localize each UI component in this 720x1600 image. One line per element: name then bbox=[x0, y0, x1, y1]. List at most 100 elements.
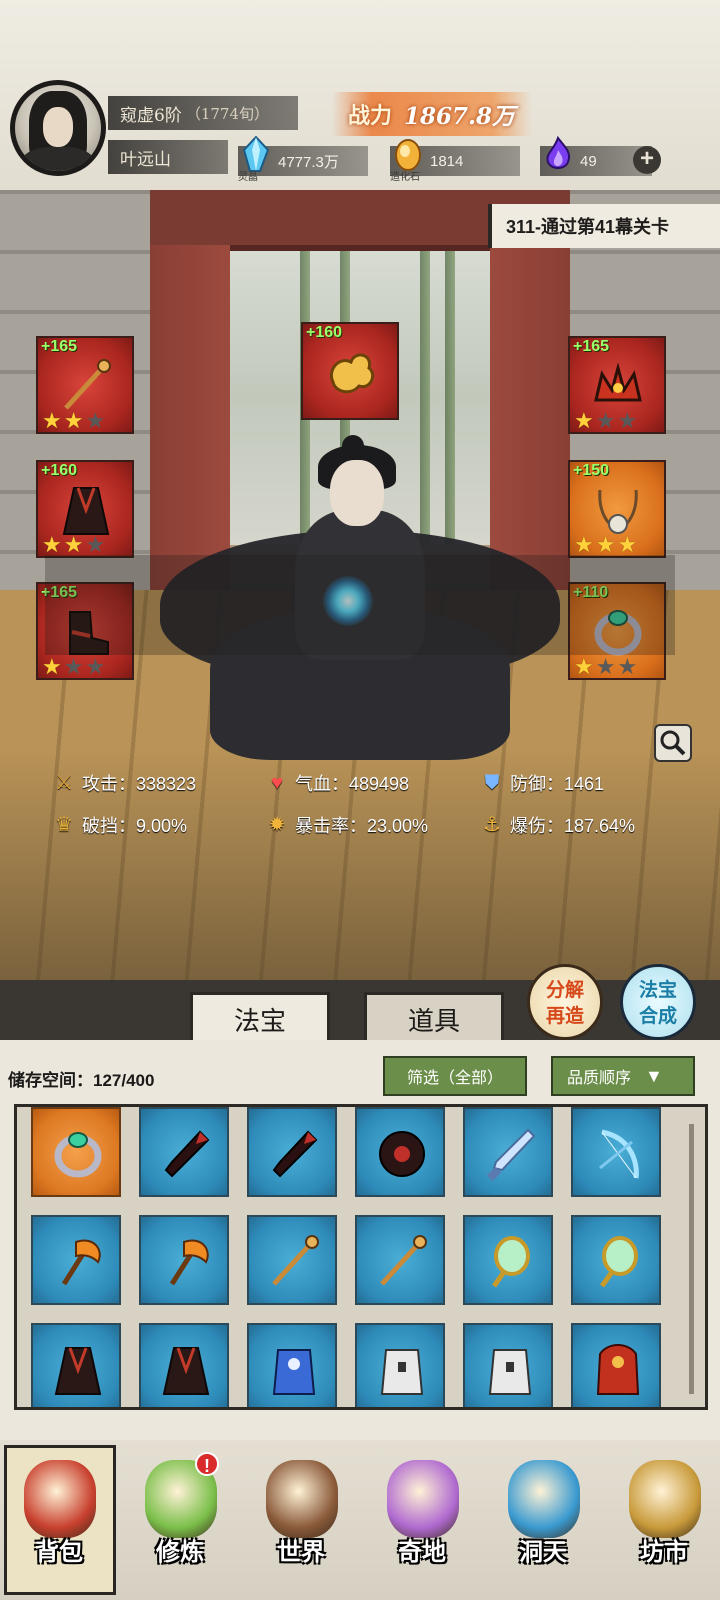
golden-cloud-icon bbox=[321, 342, 381, 402]
bamboo-stalk bbox=[445, 245, 455, 545]
resource-crystal-value: 4777.3万 bbox=[278, 153, 339, 171]
inventory-item[interactable] bbox=[247, 1323, 337, 1407]
inventory-item[interactable] bbox=[463, 1107, 553, 1197]
mountain-pagoda-icon bbox=[387, 1460, 459, 1538]
staff-icon bbox=[372, 1232, 432, 1292]
inventory-item[interactable] bbox=[463, 1215, 553, 1305]
inventory-item[interactable] bbox=[139, 1215, 229, 1305]
nav-label: 洞天 bbox=[519, 1537, 567, 1566]
equip-slot-robe[interactable]: +160 ★★★ bbox=[36, 460, 134, 558]
star-filled-icon: ★ bbox=[63, 408, 86, 433]
tab-fabao[interactable]: 法宝 bbox=[190, 992, 330, 1044]
sort-dropdown[interactable]: 品质顺序 ▼ bbox=[551, 1056, 695, 1096]
nav-item-0[interactable]: 背包 bbox=[0, 1440, 118, 1600]
inventory-item[interactable] bbox=[247, 1107, 337, 1197]
star-rating: ★★★ bbox=[574, 408, 639, 434]
equip-slot-weapon[interactable]: +165 ★★★ bbox=[36, 336, 134, 434]
storage-capacity: 储存空间：127/400 bbox=[8, 1071, 155, 1090]
player-name: 叶远山 bbox=[120, 149, 171, 170]
stat-hp: ♥ 气血：489498 bbox=[265, 770, 409, 796]
inventory-item[interactable] bbox=[31, 1323, 121, 1407]
power-label: 战力 bbox=[348, 103, 393, 129]
filter-button[interactable]: 筛选（全部） bbox=[383, 1056, 527, 1096]
inventory-item[interactable] bbox=[571, 1215, 661, 1305]
fire-axe-icon bbox=[156, 1232, 216, 1292]
star-empty-icon: ★ bbox=[85, 408, 108, 433]
star-filled-icon: ★ bbox=[42, 408, 64, 433]
sort-label: 品质顺序 bbox=[567, 1070, 632, 1087]
inventory-item[interactable] bbox=[31, 1107, 121, 1197]
star-rating: ★★★ bbox=[42, 654, 107, 680]
decompose-button[interactable]: 分解 再造 bbox=[527, 964, 603, 1040]
add-resource-button[interactable]: + bbox=[633, 146, 661, 174]
inventory-item[interactable] bbox=[31, 1215, 121, 1305]
equip-slot-amulet[interactable]: +160 bbox=[301, 322, 399, 420]
staff-icon bbox=[264, 1232, 324, 1292]
inventory-item[interactable] bbox=[139, 1107, 229, 1197]
nav-item-5[interactable]: 坊市 bbox=[605, 1440, 720, 1600]
nav-item-2[interactable]: 世界 bbox=[242, 1440, 360, 1600]
sword-icon: ⚔ bbox=[55, 772, 73, 794]
avatar-face bbox=[43, 107, 73, 147]
inventory-item[interactable] bbox=[247, 1215, 337, 1305]
stage-text: 311-通过第41幕关卡 bbox=[506, 217, 670, 237]
nav-label: 奇地 bbox=[398, 1537, 446, 1566]
tab-fabao-label: 法宝 bbox=[233, 1007, 286, 1037]
inspect-button[interactable] bbox=[654, 724, 692, 762]
jade-mirror-icon bbox=[588, 1232, 648, 1292]
inventory-item[interactable] bbox=[355, 1107, 445, 1197]
stat-defense-text: 防御：1461 bbox=[510, 774, 605, 794]
star-filled-icon: ★ bbox=[574, 532, 596, 557]
inventory-item[interactable] bbox=[463, 1323, 553, 1407]
player-avatar[interactable] bbox=[10, 80, 106, 176]
realm-text: 窥虚6阶 bbox=[120, 105, 182, 126]
purple-flame-icon bbox=[546, 136, 570, 169]
anchor-burst-icon: ⚓ bbox=[483, 814, 501, 836]
market-chest-icon bbox=[629, 1460, 701, 1538]
tab-daoju-label: 道具 bbox=[407, 1007, 460, 1037]
stat-attack-text: 攻击：338323 bbox=[82, 774, 197, 794]
synthesize-button[interactable]: 法宝 合成 bbox=[620, 964, 696, 1040]
scroll-map-icon bbox=[266, 1460, 338, 1538]
inventory-item[interactable] bbox=[355, 1215, 445, 1305]
nav-item-4[interactable]: 洞天 bbox=[484, 1440, 602, 1600]
equip-level: +160 bbox=[306, 324, 343, 341]
stage-progress-banner[interactable]: 311-通过第41幕关卡 bbox=[488, 204, 720, 248]
robe-icon bbox=[48, 1340, 108, 1400]
equip-level: +160 bbox=[41, 462, 78, 479]
stat-crit-rate-text: 暴击率：23.00% bbox=[295, 816, 429, 836]
nav-label: 坊市 bbox=[640, 1537, 688, 1566]
inventory-item[interactable] bbox=[139, 1323, 229, 1407]
inventory-item[interactable] bbox=[571, 1323, 661, 1407]
filter-label: 筛选（全部） bbox=[406, 1070, 503, 1087]
nav-item-3[interactable]: 奇地 bbox=[363, 1440, 481, 1600]
equip-slot-crown[interactable]: +165 ★★★ bbox=[568, 336, 666, 434]
inventory-item[interactable] bbox=[571, 1107, 661, 1197]
character-topknot bbox=[342, 435, 364, 457]
nav-item-1[interactable]: 修炼 bbox=[121, 1440, 239, 1600]
bow-icon bbox=[588, 1124, 648, 1184]
crown-break-icon: ♛ bbox=[55, 814, 73, 836]
combat-power: 战力 1867.8万 bbox=[332, 92, 532, 136]
burst-icon: ✹ bbox=[268, 814, 286, 836]
equip-level: +165 bbox=[41, 338, 78, 355]
blue-crystal-icon bbox=[242, 136, 270, 172]
star-empty-icon: ★ bbox=[617, 408, 640, 433]
inventory-grid bbox=[14, 1104, 708, 1410]
inventory-scrollbar[interactable] bbox=[689, 1124, 694, 1394]
robe-icon bbox=[156, 1340, 216, 1400]
equip-slot-necklace[interactable]: +150 ★★★ bbox=[568, 460, 666, 558]
star-filled-icon: ★ bbox=[42, 654, 64, 679]
equip-level: +165 bbox=[573, 338, 610, 355]
star-empty-icon: ★ bbox=[85, 654, 108, 679]
tab-daoju[interactable]: 道具 bbox=[364, 992, 504, 1044]
dark-blade-icon bbox=[264, 1124, 324, 1184]
inventory-item[interactable] bbox=[355, 1323, 445, 1407]
white-armor-icon bbox=[480, 1340, 540, 1400]
stat-break: ♛ 破挡：9.00% bbox=[52, 812, 187, 838]
stat-break-text: 破挡：9.00% bbox=[82, 816, 188, 836]
star-filled-icon: ★ bbox=[42, 532, 64, 557]
star-empty-icon: ★ bbox=[595, 408, 618, 433]
magnifier-icon bbox=[660, 730, 686, 756]
dark-blade-icon bbox=[156, 1124, 216, 1184]
